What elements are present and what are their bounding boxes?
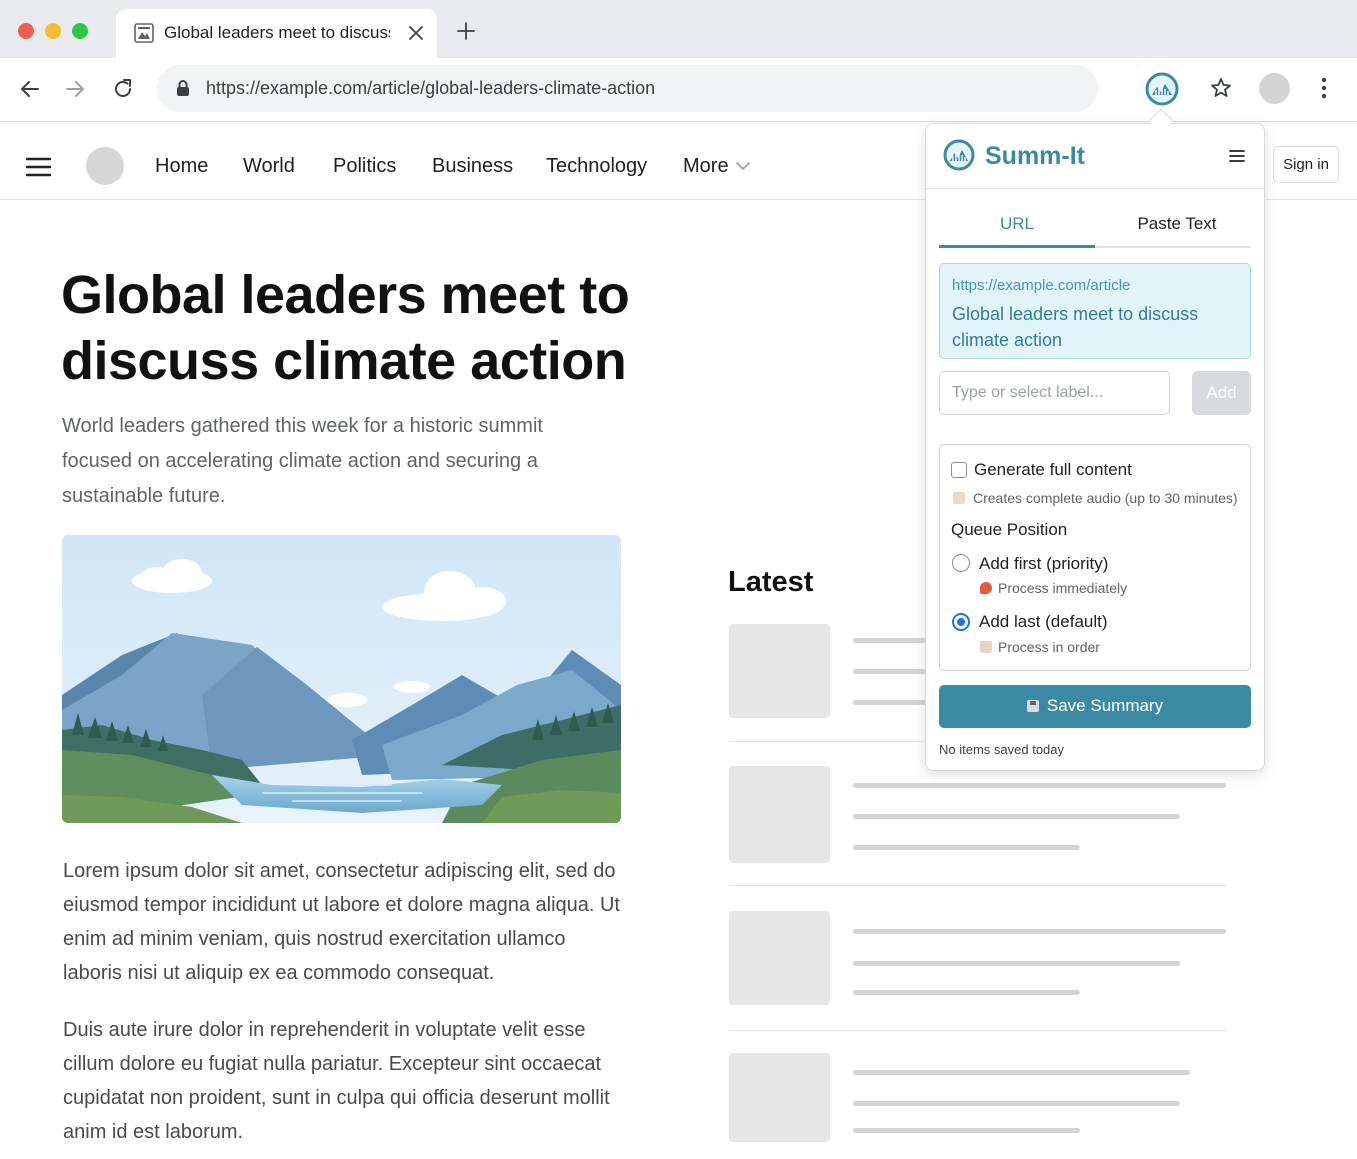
nav-home[interactable]: Home [155, 155, 208, 178]
popup-menu-icon[interactable] [1228, 148, 1246, 164]
placeholder-line [853, 1070, 1190, 1075]
close-window-button[interactable] [18, 23, 34, 39]
bookmark-star-icon[interactable] [1209, 76, 1233, 100]
generate-full-hint: Creates complete audio (up to 30 minutes… [973, 490, 1238, 506]
label-input[interactable] [939, 371, 1170, 415]
url-preview-title: Global leaders meet to discuss climate a… [952, 304, 1199, 350]
add-last-label[interactable]: Add last (default) [979, 612, 1108, 632]
floppy-disk-icon [1026, 700, 1039, 712]
memo-icon [953, 492, 965, 504]
url-preview-link: https://example.com/article [952, 277, 1131, 294]
divider [729, 885, 1226, 886]
article-dek: World leaders gathered this week for a h… [62, 415, 543, 507]
latest-thumbnail [729, 1053, 830, 1142]
latest-item[interactable] [729, 766, 1226, 888]
placeholder-line [853, 1128, 1080, 1133]
add-first-label[interactable]: Add first (priority) [979, 554, 1108, 574]
summ-it-extension-icon[interactable] [1143, 70, 1181, 108]
new-tab-icon[interactable] [454, 19, 478, 43]
latest-heading: Latest [728, 566, 814, 598]
close-tab-icon[interactable] [404, 21, 428, 45]
queue-position-heading: Queue Position [951, 520, 1068, 539]
radio-add-first[interactable] [952, 554, 970, 572]
browser-toolbar: https://example.com/article/global-leade… [0, 58, 1357, 122]
save-summary-button[interactable]: Save Summary [939, 685, 1251, 728]
minimize-window-button[interactable] [45, 23, 61, 39]
extension-name: Summ-It [985, 142, 1085, 170]
article-headline: Global leaders meet to discuss climate a… [61, 265, 630, 391]
notebook-icon [980, 641, 992, 653]
nav-world[interactable]: World [243, 155, 295, 178]
hero-image [62, 535, 621, 823]
nav-business[interactable]: Business [432, 155, 513, 178]
address-bar[interactable]: https://example.com/article/global-leade… [157, 65, 1098, 112]
tab-url[interactable]: URL [939, 204, 1095, 248]
source-tabs: URL Paste Text [939, 204, 1251, 248]
add-last-hint: Process in order [998, 639, 1100, 655]
article-paragraph: Lorem ipsum dolor sit amet, consectetur … [63, 860, 620, 984]
summ-it-popup: Summ-It URL Paste Text https://example.c… [925, 123, 1265, 771]
divider [729, 1030, 1226, 1031]
sign-in-button[interactable]: Sign in [1273, 146, 1339, 183]
article-paragraph: Duis aute irure dolor in reprehenderit i… [63, 1019, 610, 1143]
browser-tab-active[interactable]: Global leaders meet to discuss [116, 9, 437, 58]
popup-header: Summ-It [926, 124, 1264, 189]
placeholder-line [853, 929, 1226, 934]
chevron-down-icon[interactable] [736, 161, 750, 171]
placeholder-line [853, 845, 1080, 850]
latest-thumbnail [729, 766, 830, 863]
profile-avatar[interactable] [1259, 73, 1290, 104]
browser-tab-bar: Global leaders meet to discuss [0, 0, 1357, 58]
address-bar-url: https://example.com/article/global-leade… [206, 78, 656, 98]
summ-it-logo-icon [943, 139, 975, 171]
options-panel: Generate full content Creates complete a… [939, 444, 1251, 671]
maximize-window-button[interactable] [72, 23, 88, 39]
tab-paste-text[interactable]: Paste Text [1099, 204, 1255, 248]
lock-icon [177, 80, 189, 96]
reload-icon[interactable] [110, 76, 136, 102]
site-logo[interactable] [86, 147, 124, 185]
rocket-icon [980, 582, 992, 594]
latest-thumbnail [729, 911, 830, 1005]
placeholder-line [853, 1101, 1180, 1106]
site-menu-icon[interactable] [26, 157, 51, 177]
url-preview-card: https://example.com/article Global leade… [939, 263, 1251, 359]
back-arrow-icon[interactable] [17, 76, 43, 102]
site-favicon-icon [134, 23, 154, 43]
placeholder-line [853, 990, 1080, 995]
generate-full-checkbox[interactable] [951, 462, 967, 478]
latest-item[interactable] [729, 911, 1226, 1033]
forward-arrow-icon[interactable] [62, 76, 88, 102]
placeholder-line [853, 814, 1180, 819]
nav-politics[interactable]: Politics [333, 155, 396, 178]
add-first-hint: Process immediately [998, 580, 1128, 596]
nav-more[interactable]: More [683, 155, 729, 178]
latest-thumbnail [729, 624, 830, 718]
generate-full-label[interactable]: Generate full content [974, 460, 1132, 480]
tab-title: Global leaders meet to discuss [164, 23, 390, 42]
save-summary-label: Save Summary [1046, 696, 1164, 715]
nav-technology[interactable]: Technology [546, 155, 647, 178]
add-label-button[interactable]: Add [1192, 371, 1251, 415]
placeholder-line [853, 783, 1226, 788]
latest-item[interactable] [729, 1053, 1226, 1153]
saved-status: No items saved today [939, 742, 1065, 757]
placeholder-line [853, 961, 1180, 966]
browser-menu-icon[interactable] [1311, 75, 1337, 101]
radio-add-last[interactable] [952, 613, 970, 631]
